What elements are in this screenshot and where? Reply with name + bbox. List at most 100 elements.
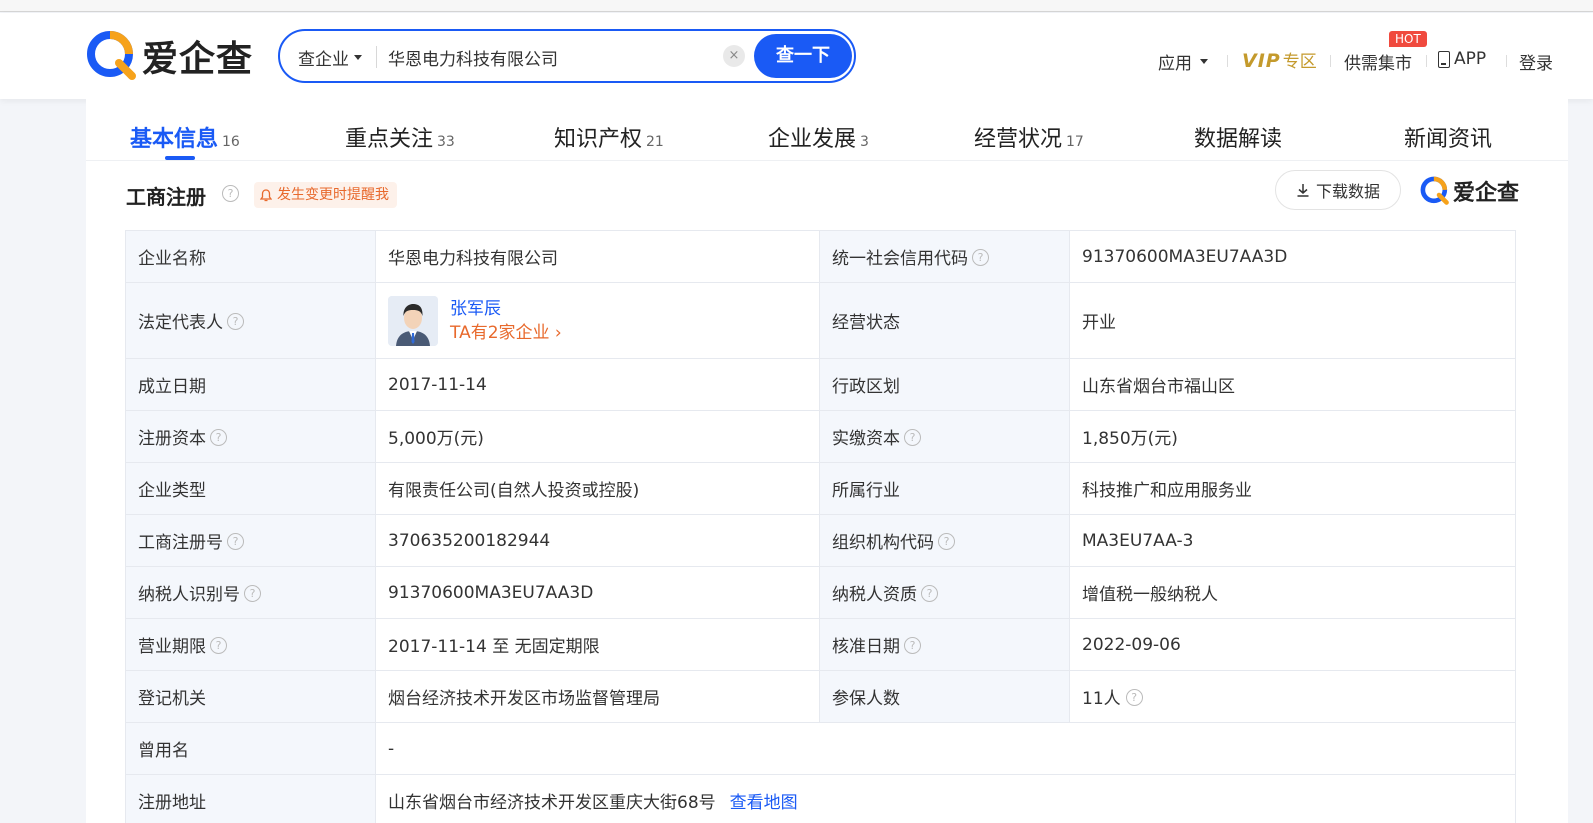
table-row: 法定代表人? 张军辰 TA有2家企业 › 经营状态 开业 (125, 282, 1516, 359)
search-box: 查企业 × 查一下 (278, 29, 856, 83)
field-label: 成立日期 (125, 358, 376, 411)
legal-rep-companies-link[interactable]: TA有2家企业 › (450, 321, 562, 345)
field-label: 经营状态 (819, 282, 1070, 359)
help-icon[interactable]: ? (938, 533, 955, 550)
field-label: 所属行业 (819, 462, 1070, 515)
nav-divider (1227, 55, 1228, 67)
field-label-text: 纳税人资质 (832, 585, 917, 605)
field-label: 参保人数 (819, 670, 1070, 723)
company-type-value: 有限责任公司(自然人投资或控股) (375, 462, 820, 515)
table-row: 企业名称 华恩电力科技有限公司 统一社会信用代码? 91370600MA3EU7… (125, 230, 1516, 283)
field-label: 行政区划 (819, 358, 1070, 411)
nav-app-download-label: APP (1454, 49, 1487, 69)
field-label: 核准日期? (819, 618, 1070, 671)
nav-app-menu[interactable]: 应用 (1158, 49, 1208, 74)
found-date-value: 2017-11-14 (375, 358, 820, 411)
download-icon (1297, 184, 1309, 197)
download-label: 下载数据 (1315, 182, 1380, 201)
approve-date-value: 2022-09-06 (1069, 618, 1516, 671)
field-label: 登记机关 (125, 670, 376, 723)
search-input[interactable] (388, 42, 708, 72)
field-label: 工商注册号? (125, 514, 376, 567)
tab-development[interactable]: 企业发展 3 (768, 121, 869, 153)
taxpayer-id-value: 91370600MA3EU7AA3D (375, 566, 820, 619)
search-type-label: 查企业 (298, 50, 349, 70)
field-label: 实缴资本? (819, 410, 1070, 463)
insured-cell: 11人? (1069, 670, 1516, 723)
tab-ip[interactable]: 知识产权 21 (554, 121, 664, 153)
tab-news[interactable]: 新闻资讯 (1404, 121, 1492, 153)
help-icon[interactable]: ? (972, 249, 989, 266)
nav-app-label: 应用 (1158, 54, 1192, 74)
tab-operation[interactable]: 经营状况 17 (974, 121, 1084, 153)
active-tab-indicator (165, 156, 195, 160)
nav-login[interactable]: 登录 (1519, 49, 1553, 74)
paid-capital-value: 1,850万(元) (1069, 410, 1516, 463)
help-icon[interactable]: ? (1125, 689, 1143, 706)
search-button[interactable]: 查一下 (754, 34, 852, 78)
field-label: 统一社会信用代码? (819, 230, 1070, 283)
field-label-text: 核准日期 (832, 637, 900, 657)
tab-label: 数据解读 (1194, 127, 1283, 152)
search-type-select[interactable]: 查企业 (298, 45, 362, 70)
field-label: 法定代表人? (125, 282, 376, 359)
help-icon[interactable]: ? (210, 637, 227, 654)
nav-divider (1330, 55, 1331, 67)
help-icon[interactable]: ? (244, 585, 261, 602)
table-row: 登记机关 烟台经济技术开发区市场监督管理局 参保人数 11人? (125, 670, 1516, 723)
vip-label: 专区 (1282, 52, 1317, 72)
field-label-text: 注册资本 (138, 429, 206, 449)
status-value: 开业 (1069, 282, 1516, 359)
tab-label: 知识产权 (554, 127, 643, 152)
tab-count: 21 (646, 134, 664, 150)
help-icon[interactable]: ? (904, 429, 921, 446)
hot-badge: HOT (1389, 31, 1427, 47)
nav-market[interactable]: 供需集市 (1344, 49, 1412, 74)
help-icon[interactable]: ? (222, 185, 239, 202)
reg-capital-value: 5,000万(元) (375, 410, 820, 463)
tab-label: 经营状况 (974, 127, 1063, 152)
section-title: 工商注册 (126, 185, 206, 209)
field-label: 企业类型 (125, 462, 376, 515)
tab-count: 33 (437, 134, 455, 150)
help-icon[interactable]: ? (210, 429, 227, 446)
legal-rep-companies-text: TA有2家企业 (450, 322, 550, 343)
field-label: 注册地址 (125, 774, 376, 823)
help-icon[interactable]: ? (904, 637, 921, 654)
main-content: 基本信息 16 重点关注 33 知识产权 21 企业发展 3 经营状况 17 数据解读 新… (86, 99, 1568, 823)
tab-basic-info[interactable]: 基本信息 16 (130, 121, 240, 153)
tab-data-analysis[interactable]: 数据解读 (1194, 121, 1282, 153)
logo-q-icon (1420, 176, 1449, 205)
chevron-right-icon: › (554, 322, 562, 343)
caret-down-icon (354, 55, 362, 60)
insured-value: 11人 (1082, 689, 1121, 709)
brand-watermark: 爱企查 (1420, 175, 1519, 207)
tab-label: 新闻资讯 (1404, 127, 1493, 152)
address-value: 山东省烟台市经济技术开发区重庆大街68号 (388, 793, 716, 813)
nav-vip-zone[interactable]: VIP 专区 (1242, 47, 1317, 72)
help-icon[interactable]: ? (227, 313, 244, 330)
tab-bar: 基本信息 16 重点关注 33 知识产权 21 企业发展 3 经营状况 17 数据解读 新… (86, 99, 1568, 161)
change-remind-button[interactable]: 发生变更时提醒我 (254, 182, 397, 208)
help-icon[interactable]: ? (227, 533, 244, 550)
phone-icon (1438, 50, 1450, 68)
download-data-button[interactable]: 下载数据 (1275, 170, 1401, 210)
brand-text: 爱企查 (1453, 181, 1520, 206)
site-logo[interactable]: 爱企查 (86, 29, 253, 83)
help-icon[interactable]: ? (921, 585, 938, 602)
field-label: 企业名称 (125, 230, 376, 283)
nav-app-download[interactable]: APP (1438, 49, 1486, 69)
clear-icon[interactable]: × (723, 45, 745, 67)
logo-text: 爱企查 (142, 39, 254, 80)
table-row: 注册资本? 5,000万(元) 实缴资本? 1,850万(元) (125, 410, 1516, 463)
legal-rep-name-link[interactable]: 张军辰 (450, 297, 562, 321)
view-map-link[interactable]: 查看地图 (730, 793, 798, 813)
term-value: 2017-11-14 至 无固定期限 (375, 618, 820, 671)
bell-icon (260, 188, 272, 201)
company-name-value: 华恩电力科技有限公司 (375, 230, 820, 283)
avatar[interactable] (388, 295, 438, 346)
tab-count: 17 (1066, 134, 1084, 150)
authority-value: 烟台经济技术开发区市场监督管理局 (375, 670, 820, 723)
tab-key-focus[interactable]: 重点关注 33 (345, 121, 455, 153)
field-label-text: 组织机构代码 (832, 533, 934, 553)
